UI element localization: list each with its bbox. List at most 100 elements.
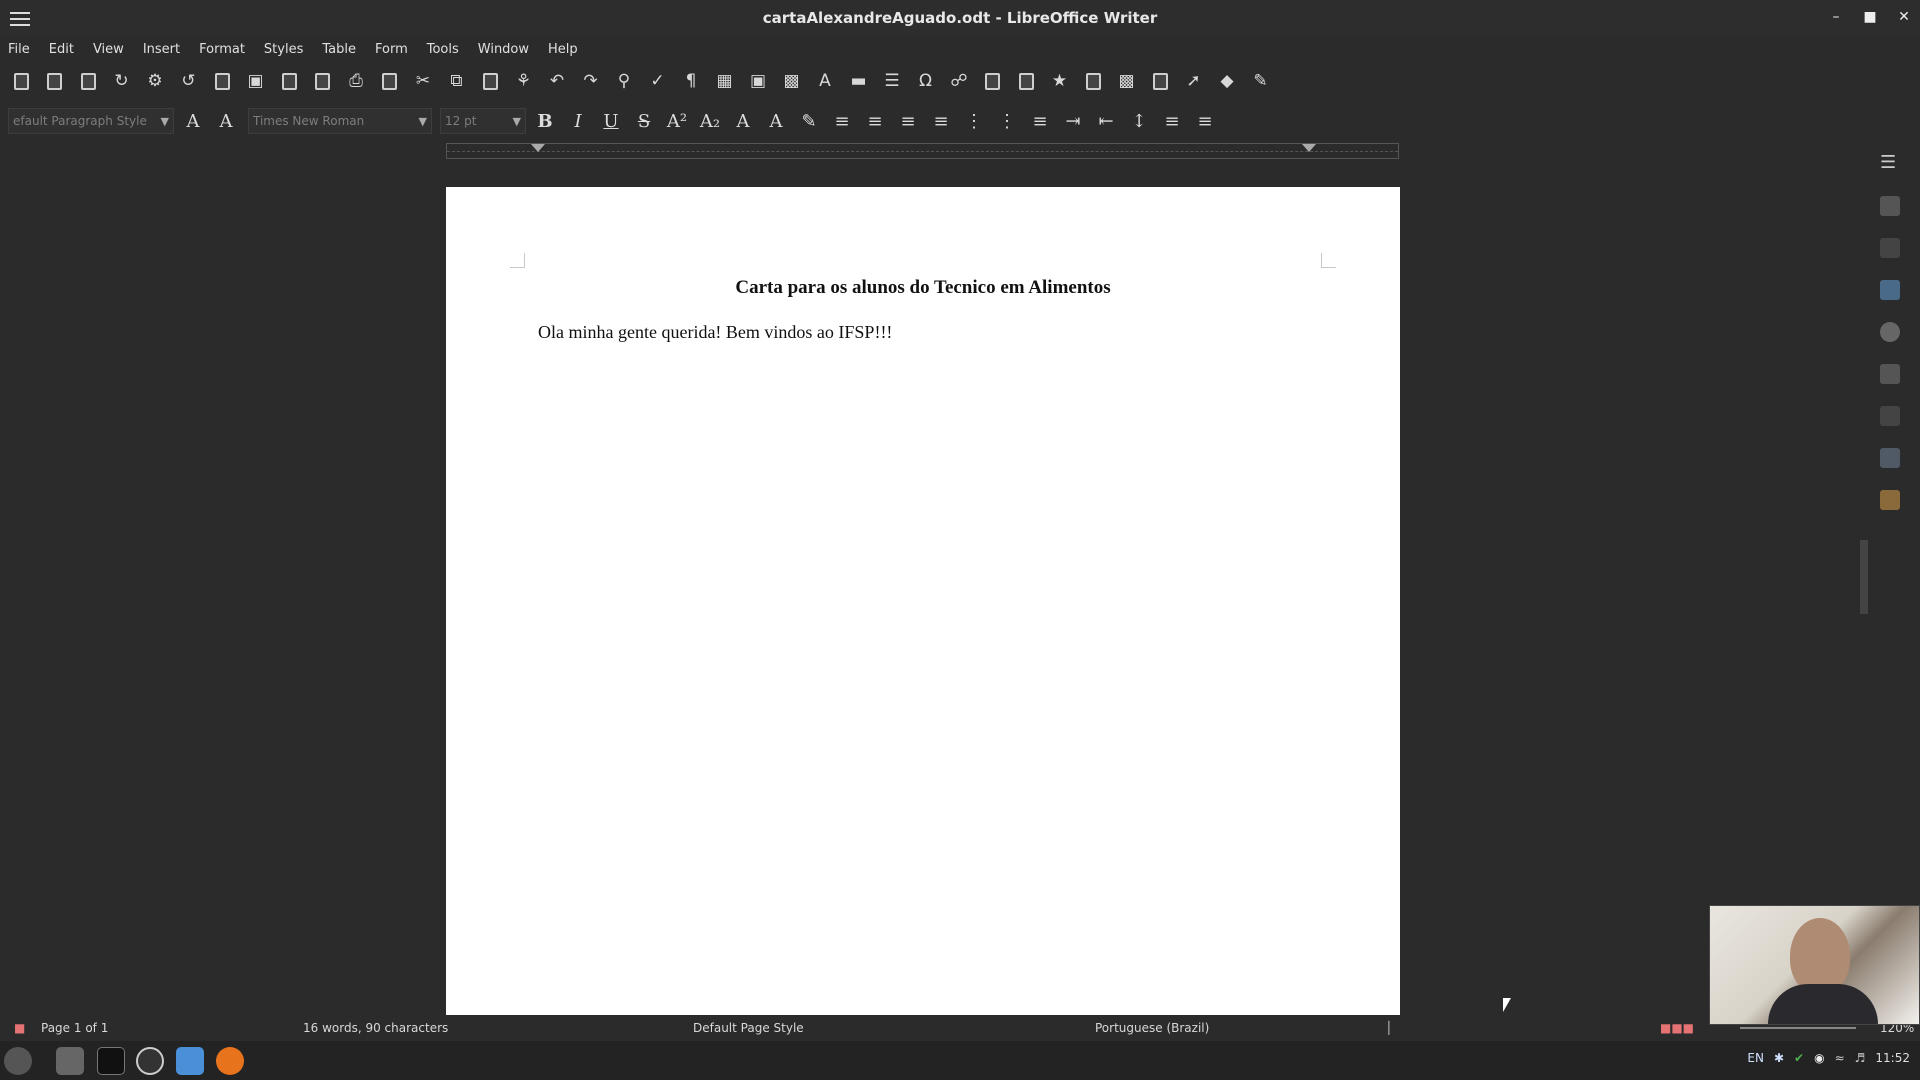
shapes-icon[interactable]: ◆ [1216,70,1238,92]
obs-tray-icon[interactable]: ◉ [1814,1051,1824,1065]
spelling-icon[interactable]: ✓ [647,70,669,92]
cross-reference-icon[interactable] [1082,70,1104,92]
volume-icon[interactable]: ♬ [1855,1051,1866,1065]
bold-icon[interactable]: B [534,110,556,132]
style-inspector-icon[interactable] [1880,490,1900,510]
bluetooth-icon[interactable]: ✱ [1774,1051,1784,1065]
clone-formatting-icon[interactable]: ⚘ [513,70,535,92]
insert-textbox-icon[interactable]: A [814,70,836,92]
document-heading[interactable]: Carta para os alunos do Tecnico em Alime… [446,277,1400,299]
special-character-icon[interactable]: Ω [915,70,937,92]
formatting-marks-icon[interactable]: ¶ [680,70,702,92]
menu-table[interactable]: Table [322,42,356,57]
chevron-down-icon[interactable]: ▼ [513,115,521,128]
insert-chart-icon[interactable]: ▩ [781,70,803,92]
manage-changes-icon[interactable] [1880,406,1900,426]
track-changes-icon[interactable] [1149,70,1171,92]
left-indent-marker[interactable] [531,144,545,152]
chevron-down-icon[interactable]: ▼ [161,115,169,128]
horizontal-ruler[interactable] [446,143,1399,159]
folder-icon[interactable]: ▣ [245,70,267,92]
terminal-icon[interactable] [97,1047,125,1075]
menu-view[interactable]: View [93,42,124,57]
page-style[interactable]: Default Page Style [693,1021,804,1035]
menu-styles[interactable]: Styles [264,42,303,57]
subscript-icon[interactable]: A₂ [699,110,721,132]
menu-help[interactable]: Help [548,42,578,57]
export-icon[interactable] [278,70,300,92]
writer-task-icon[interactable] [176,1047,204,1075]
superscript-icon[interactable]: A² [666,110,688,132]
properties-icon[interactable] [1880,196,1900,216]
document-page[interactable]: Carta para os alunos do Tecnico em Alime… [446,187,1400,1015]
maximize-button[interactable]: ■ [1862,6,1878,28]
increase-indent-icon[interactable]: ⇥ [1062,110,1084,132]
export-pdf-icon[interactable] [312,70,334,92]
selection-mode-icon[interactable]: ▕ [1380,1021,1389,1035]
menu-edit[interactable]: Edit [49,42,74,57]
bookmark-icon[interactable]: ★ [1049,70,1071,92]
hamburger-menu-icon[interactable] [10,8,30,28]
menu-tools[interactable]: Tools [427,42,459,57]
redo-icon[interactable]: ↷ [580,70,602,92]
font-name-combo[interactable]: Times New Roman ▼ [248,108,432,134]
menu-form[interactable]: Form [375,42,408,57]
insert-table-icon[interactable]: ▦ [714,70,736,92]
increase-paragraph-spacing-icon[interactable]: ≡ [1161,110,1183,132]
text-language[interactable]: Portuguese (Brazil) [1095,1021,1209,1035]
font-size-combo[interactable]: 12 pt ▼ [440,108,526,134]
draw-functions-icon[interactable]: ✎ [1250,70,1272,92]
save-icon[interactable] [211,70,233,92]
print-preview-icon[interactable] [379,70,401,92]
gallery-icon[interactable] [1880,322,1900,342]
line-icon[interactable]: ➚ [1183,70,1205,92]
page-count[interactable]: Page 1 of 1 [41,1021,108,1035]
menu-format[interactable]: Format [199,42,245,57]
decrease-paragraph-spacing-icon[interactable]: ≡ [1194,110,1216,132]
cut-icon[interactable]: ✂ [412,70,434,92]
clear-formatting-icon[interactable]: A [732,110,754,132]
copy-icon[interactable]: ⧉ [446,70,468,92]
print-icon[interactable]: ⎙ [345,70,367,92]
font-color-icon[interactable]: A [765,110,787,132]
obs-icon[interactable] [136,1047,164,1075]
design-icon[interactable] [1880,448,1900,468]
right-indent-marker[interactable] [1302,144,1316,152]
file-manager-icon[interactable] [56,1047,84,1075]
menu-window[interactable]: Window [478,42,529,57]
keyboard-layout[interactable]: EN [1747,1051,1764,1065]
paste-icon[interactable] [479,70,501,92]
update-ok-icon[interactable]: ✔ [1794,1051,1804,1065]
align-right-icon[interactable]: ≡ [897,110,919,132]
insert-field-icon[interactable]: ☰ [881,70,903,92]
strikethrough-icon[interactable]: S [633,110,655,132]
macro-settings-icon[interactable]: ⚙ [144,70,166,92]
paragraph-style-combo[interactable]: efault Paragraph Style ▼ [8,108,174,134]
network-icon[interactable]: ≈ [1835,1051,1845,1065]
clock[interactable]: 11:52 [1875,1051,1910,1065]
bullet-list-icon[interactable]: ⋮ [963,110,985,132]
open-icon[interactable] [77,70,99,92]
start-menu-icon[interactable] [4,1047,32,1075]
align-center-icon[interactable]: ≡ [864,110,886,132]
templates-icon[interactable] [44,70,66,92]
remote-files-icon[interactable]: ↻ [111,70,133,92]
firefox-icon[interactable] [216,1047,244,1075]
new-document-icon[interactable] [10,70,32,92]
footnote-icon[interactable] [982,70,1004,92]
word-count[interactable]: 16 words, 90 characters [303,1021,448,1035]
highlight-icon[interactable]: ✎ [798,110,820,132]
view-layout-icon[interactable]: ■■■ [1660,1021,1694,1035]
hyperlink-icon[interactable]: ☍ [948,70,970,92]
zoom-slider[interactable] [1740,1027,1856,1029]
sidebar-menu-icon[interactable]: ☰ [1880,152,1900,173]
extension-icon[interactable]: ↺ [178,70,200,92]
navigator-icon[interactable] [1880,364,1900,384]
endnote-icon[interactable] [1015,70,1037,92]
insert-page-break-icon[interactable]: ▬ [848,70,870,92]
close-button[interactable]: ✕ [1896,6,1912,28]
underline-icon[interactable]: U [600,110,622,132]
line-spacing-icon[interactable]: ↕ [1128,110,1150,132]
page-icon[interactable] [1880,238,1900,258]
menu-file[interactable]: File [8,42,30,57]
